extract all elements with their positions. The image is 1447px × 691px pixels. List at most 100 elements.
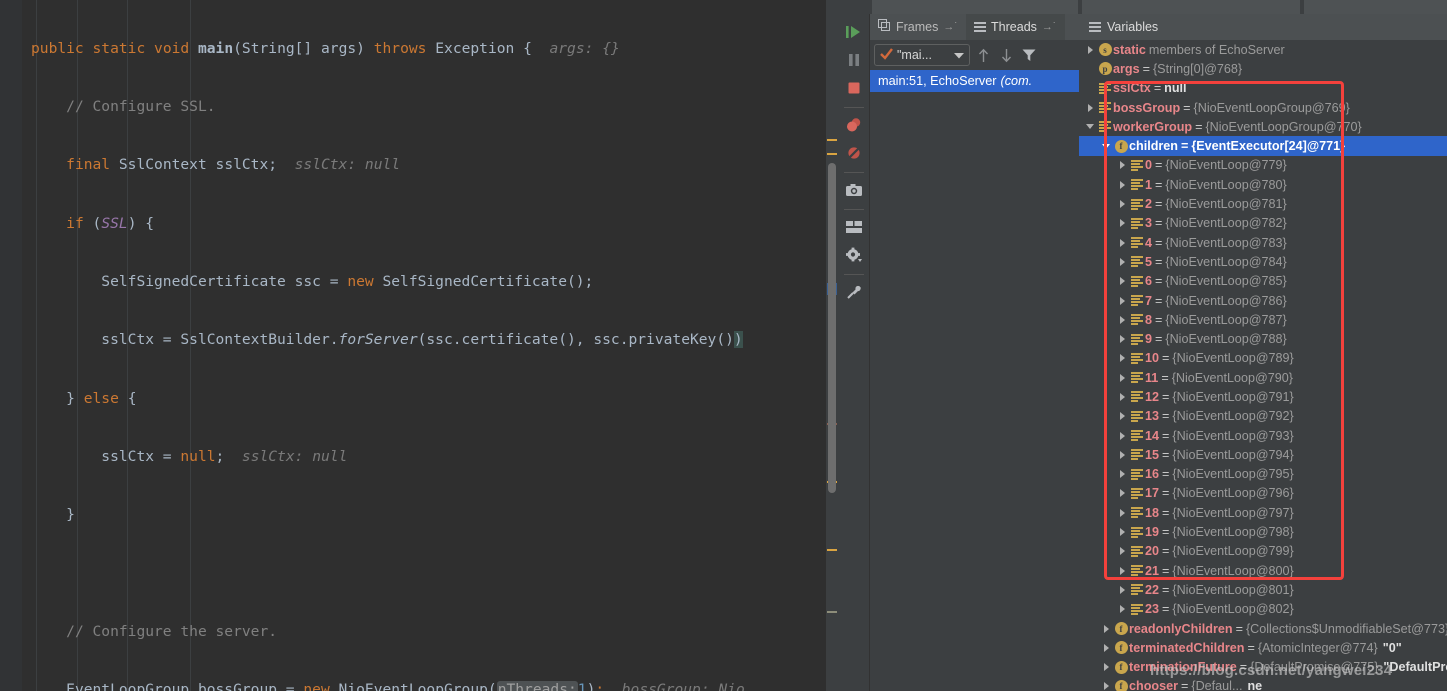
expand-arrow-icon[interactable] (1119, 335, 1125, 344)
expand-arrow-icon[interactable] (1119, 508, 1125, 517)
tool-window-tabstrip[interactable] (838, 0, 1447, 14)
tabstrip-segment[interactable] (872, 0, 1078, 14)
expand-arrow-icon[interactable] (1103, 624, 1109, 633)
expand-arrow-icon[interactable] (1119, 180, 1125, 189)
variable-row[interactable]: 7 = {NioEventLoop@786} (1079, 291, 1447, 310)
variable-row[interactable]: workerGroup = {NioEventLoopGroup@770} (1079, 117, 1447, 136)
warning-marker[interactable] (827, 549, 837, 551)
editor-vertical-scrollbar[interactable] (828, 163, 836, 493)
frames-down-button[interactable] (996, 44, 1016, 66)
pause-program-button[interactable] (841, 47, 867, 73)
expand-arrow-icon[interactable] (1119, 200, 1125, 209)
expand-arrow-icon[interactable] (1119, 412, 1125, 421)
variable-row[interactable]: s static members of EchoServer (1079, 40, 1447, 59)
thread-dropdown[interactable]: "mai... (874, 44, 970, 66)
variable-row[interactable]: 0 = {NioEventLoop@779} (1079, 156, 1447, 175)
expand-arrow-icon[interactable] (1119, 566, 1125, 575)
expand-arrow-icon[interactable] (1103, 663, 1109, 672)
resume-program-button[interactable] (841, 19, 867, 45)
variable-row[interactable]: 1 = {NioEventLoop@780} (1079, 175, 1447, 194)
expand-arrow-icon[interactable] (1119, 219, 1125, 228)
frames-list[interactable]: main:51, EchoServer (com. (870, 70, 1079, 691)
object-value-icon (1131, 391, 1143, 403)
expand-arrow-icon[interactable] (1119, 238, 1125, 247)
variable-row[interactable]: 14 = {NioEventLoop@793} (1079, 426, 1447, 445)
gear-icon[interactable] (841, 242, 867, 268)
variable-row[interactable]: 9 = {NioEventLoop@788} (1079, 329, 1447, 348)
mute-breakpoints-button[interactable] (841, 140, 867, 166)
variable-row[interactable]: p args = {String[0]@768} (1079, 59, 1447, 78)
expand-arrow-icon[interactable] (1119, 585, 1125, 594)
variable-row[interactable]: 11 = {NioEventLoop@790} (1079, 368, 1447, 387)
variable-row[interactable]: 23 = {NioEventLoop@802} (1079, 600, 1447, 619)
variables-tree[interactable]: s static members of EchoServer p args = {Strin… (1079, 40, 1447, 691)
expand-arrow-icon[interactable] (1119, 315, 1125, 324)
camera-icon[interactable] (841, 177, 867, 203)
detach-arrow-icon[interactable]: →˙ (943, 21, 958, 33)
stop-button[interactable] (841, 75, 867, 101)
expand-arrow-icon[interactable] (1119, 257, 1125, 266)
frames-up-button[interactable] (973, 44, 993, 66)
info-marker[interactable] (827, 611, 837, 613)
expand-arrow-icon[interactable] (1119, 470, 1125, 479)
variable-row[interactable]: 6 = {NioEventLoop@785} (1079, 272, 1447, 291)
tabstrip-segment[interactable] (1082, 0, 1300, 14)
debugger-action-toolbar[interactable] (838, 14, 870, 691)
pin-tab-button[interactable] (841, 279, 867, 305)
variable-row[interactable]: 3 = {NioEventLoop@782} (1079, 214, 1447, 233)
variable-row[interactable]: 12 = {NioEventLoop@791} (1079, 387, 1447, 406)
tab-frames[interactable]: Frames →˙ (870, 14, 966, 40)
expand-arrow-icon[interactable] (1119, 296, 1125, 305)
expand-arrow-icon[interactable] (1119, 605, 1125, 614)
expand-arrow-icon[interactable] (1119, 161, 1125, 170)
expand-arrow-icon[interactable] (1119, 547, 1125, 556)
variable-row[interactable]: 19 = {NioEventLoop@798} (1079, 522, 1447, 541)
expand-arrow-icon[interactable] (1119, 277, 1125, 286)
frames-threads-tabs[interactable]: Frames →˙ Threads →˙ (870, 14, 1079, 40)
expand-arrow-icon[interactable] (1119, 373, 1125, 382)
variable-row[interactable]: 16 = {NioEventLoop@795} (1079, 465, 1447, 484)
filter-icon[interactable] (1019, 44, 1039, 66)
collapse-arrow-icon[interactable] (1086, 124, 1094, 130)
expand-arrow-icon[interactable] (1119, 450, 1125, 459)
variable-row[interactable]: 8 = {NioEventLoop@787} (1079, 310, 1447, 329)
frame-item[interactable]: main:51, EchoServer (com. (870, 70, 1079, 92)
chevron-down-icon[interactable] (954, 48, 964, 62)
expand-arrow-icon[interactable] (1103, 643, 1109, 652)
variable-row[interactable]: 2 = {NioEventLoop@781} (1079, 194, 1447, 213)
variable-row[interactable]: 4 = {NioEventLoop@783} (1079, 233, 1447, 252)
variable-row[interactable]: 22 = {NioEventLoop@801} (1079, 580, 1447, 599)
expand-arrow-icon[interactable] (1119, 392, 1125, 401)
variable-row[interactable]: 17 = {NioEventLoop@796} (1079, 484, 1447, 503)
restore-layout-button[interactable] (841, 214, 867, 240)
variable-row[interactable]: f terminatedChildren = {AtomicInteger@774} "… (1079, 638, 1447, 657)
variable-row[interactable]: f readonlyChildren = {Collections$Unmodifia… (1079, 619, 1447, 638)
variable-row[interactable]: f children = {EventExecutor[24]@771} (1079, 136, 1447, 156)
tab-threads[interactable]: Threads →˙ (966, 14, 1065, 40)
variable-row[interactable]: 10 = {NioEventLoop@789} (1079, 349, 1447, 368)
variable-row[interactable]: bossGroup = {NioEventLoopGroup@769} (1079, 98, 1447, 117)
source-code[interactable]: public static void main(String[] args) t… (0, 0, 838, 691)
variables-header[interactable]: Variables (1079, 14, 1447, 40)
variable-row[interactable]: 15 = {NioEventLoop@794} (1079, 445, 1447, 464)
expand-arrow-icon[interactable] (1119, 489, 1125, 498)
thread-selector-row[interactable]: "mai... (870, 40, 1079, 70)
tabstrip-segment[interactable] (1304, 0, 1447, 14)
expand-arrow-icon[interactable] (1087, 45, 1093, 54)
expand-arrow-icon[interactable] (1119, 528, 1125, 537)
expand-arrow-icon[interactable] (1087, 103, 1093, 112)
expand-arrow-icon[interactable] (1103, 682, 1109, 691)
variable-row[interactable]: 18 = {NioEventLoop@797} (1079, 503, 1447, 522)
code-editor[interactable]: public static void main(String[] args) t… (0, 0, 838, 691)
expand-arrow-icon[interactable] (1119, 354, 1125, 363)
variable-row[interactable]: 21 = {NioEventLoop@800} (1079, 561, 1447, 580)
variable-row[interactable]: sslCtx = null (1079, 79, 1447, 98)
view-breakpoints-button[interactable] (841, 112, 867, 138)
collapse-arrow-icon[interactable] (1102, 143, 1110, 149)
detach-arrow-icon[interactable]: →˙ (1042, 21, 1057, 33)
variable-row[interactable]: 20 = {NioEventLoop@799} (1079, 542, 1447, 561)
expand-arrow-icon[interactable] (1119, 431, 1125, 440)
warning-marker[interactable] (827, 139, 837, 141)
variable-row[interactable]: 5 = {NioEventLoop@784} (1079, 252, 1447, 271)
variable-row[interactable]: 13 = {NioEventLoop@792} (1079, 407, 1447, 426)
